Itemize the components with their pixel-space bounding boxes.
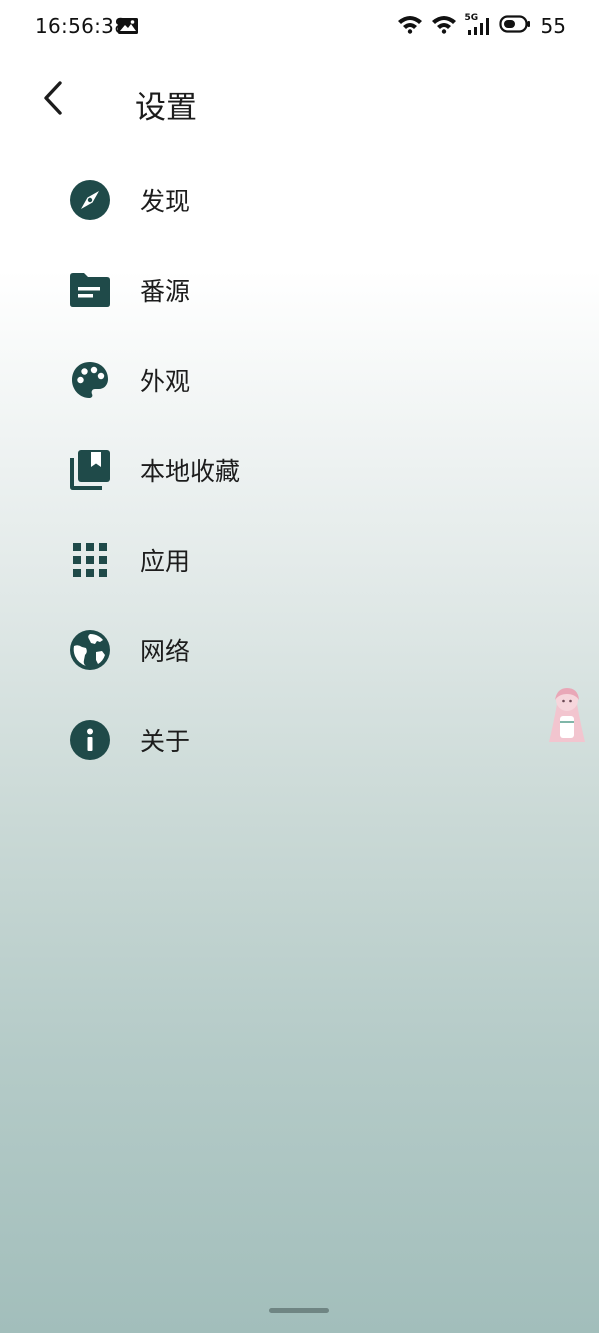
floating-mascot-widget[interactable] [545, 686, 589, 746]
menu-item-apps[interactable]: 应用 [0, 515, 599, 605]
palette-icon [69, 359, 111, 401]
menu-item-discover[interactable]: 发现 [0, 155, 599, 245]
bookmark-library-icon [69, 449, 111, 491]
compass-icon [69, 179, 111, 221]
wifi-secondary-icon [431, 14, 457, 38]
menu-item-label: 发现 [140, 187, 191, 216]
menu-item-label: 关于 [140, 727, 191, 756]
chevron-left-icon [41, 80, 67, 120]
menu-item-sources[interactable]: 番源 [0, 245, 599, 335]
image-notification-icon [117, 16, 139, 40]
menu-item-about[interactable]: 关于 [0, 695, 599, 785]
battery-level: 55 [540, 14, 566, 38]
battery-icon [498, 15, 531, 37]
back-button[interactable] [30, 76, 78, 124]
cellular-signal-icon: 5G [465, 13, 491, 37]
menu-item-label: 应用 [140, 547, 191, 576]
menu-item-network[interactable]: 网络 [0, 605, 599, 695]
status-icons: 5G 55 [397, 13, 566, 38]
menu-item-appearance[interactable]: 外观 [0, 335, 599, 425]
info-icon [69, 719, 111, 761]
status-time: 16:56:38 [35, 14, 128, 38]
menu-item-local-favorites[interactable]: 本地收藏 [0, 425, 599, 515]
status-bar: 16:56:38 5G 55 [0, 0, 599, 54]
menu-item-label: 外观 [140, 367, 191, 396]
wifi-icon [397, 14, 423, 38]
menu-item-label: 网络 [140, 637, 191, 666]
menu-item-label: 本地收藏 [140, 457, 241, 486]
globe-icon [69, 629, 111, 671]
home-gesture-bar[interactable] [269, 1308, 329, 1313]
folder-icon [69, 269, 111, 311]
page-title: 设置 [135, 90, 197, 126]
grid-apps-icon [69, 539, 111, 581]
top-app-bar: 设置 [0, 70, 599, 134]
menu-item-label: 番源 [140, 277, 191, 306]
